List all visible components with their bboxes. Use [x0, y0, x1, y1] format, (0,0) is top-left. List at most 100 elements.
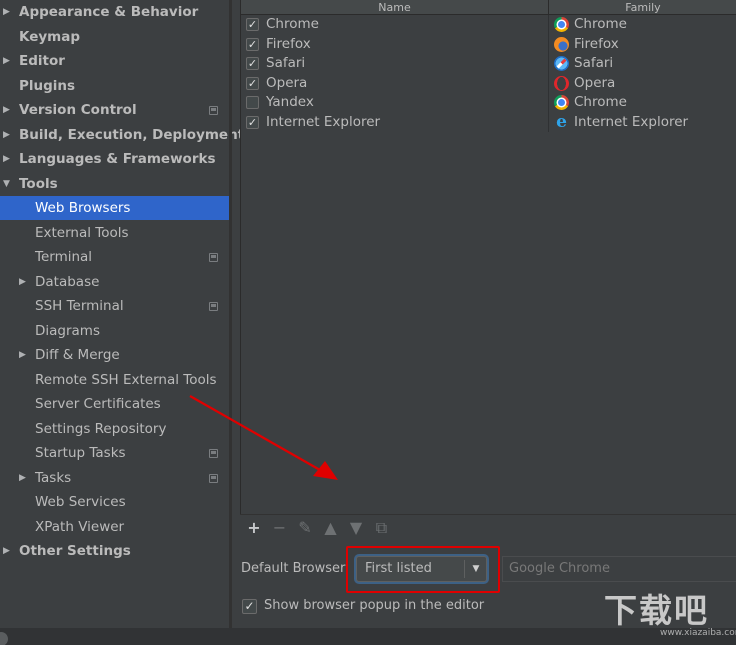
- sidebar-item-tasks[interactable]: ▶ Tasks: [0, 466, 229, 490]
- firefox-icon: [554, 36, 569, 52]
- help-button[interactable]: [0, 632, 8, 645]
- sidebar-item-settings-repository[interactable]: Settings Repository: [0, 417, 229, 441]
- browser-family[interactable]: Chrome: [574, 93, 627, 113]
- sidebar-item-web-services[interactable]: Web Services: [0, 490, 229, 514]
- sidebar-item-server-certificates[interactable]: Server Certificates: [0, 392, 229, 416]
- table-row[interactable]: ✓ Internet Explorer e Internet Explorer: [241, 112, 736, 133]
- remove-button[interactable]: −: [270, 518, 290, 538]
- sidebar-item-database[interactable]: ▶ Database: [0, 270, 229, 294]
- sidebar-item-diagrams[interactable]: Diagrams: [0, 319, 229, 343]
- collapsed-arrow-icon[interactable]: ▶: [19, 343, 26, 367]
- collapsed-arrow-icon[interactable]: ▶: [3, 123, 10, 147]
- column-header-name[interactable]: Name: [241, 0, 548, 15]
- sidebar-item-label: Other Settings: [19, 543, 131, 559]
- sidebar-item-label: Build, Execution, Deployment: [19, 126, 245, 143]
- browser-enabled-checkbox[interactable]: ✓: [246, 57, 259, 70]
- sidebar-item-label: SSH Terminal: [35, 298, 124, 314]
- safari-icon: [554, 56, 569, 71]
- column-separator: [548, 54, 549, 74]
- sidebar-item-web-browsers[interactable]: Web Browsers: [0, 196, 229, 220]
- browser-path-field: Google Chrome: [502, 556, 736, 582]
- table-row[interactable]: ✓ Chrome Chrome: [241, 15, 736, 35]
- sidebar-item-appearance-behavior[interactable]: ▶ Appearance & Behavior: [0, 0, 229, 24]
- sidebar-item-label: Terminal: [35, 249, 93, 265]
- browser-name[interactable]: Internet Explorer: [266, 113, 380, 133]
- browser-name[interactable]: Safari: [266, 54, 305, 74]
- show-popup-label: Show browser popup in the editor: [264, 598, 485, 613]
- table-row[interactable]: ✓ Safari Safari: [241, 54, 736, 74]
- table-header: Name Family: [241, 0, 736, 15]
- sidebar-item-label: Appearance & Behavior: [19, 4, 199, 20]
- edit-button[interactable]: ✎: [295, 518, 315, 538]
- table-row[interactable]: ✓ Opera Opera: [241, 73, 736, 94]
- collapsed-arrow-icon[interactable]: ▶: [3, 539, 10, 563]
- browser-enabled-checkbox[interactable]: ✓: [246, 37, 259, 51]
- sidebar-item-build-execution-deployment[interactable]: ▶ Build, Execution, Deployment: [0, 123, 244, 147]
- annotation-highlight-box: [346, 546, 500, 593]
- collapsed-arrow-icon[interactable]: ▶: [3, 49, 10, 73]
- collapsed-arrow-icon[interactable]: ▶: [19, 466, 26, 490]
- browser-path-text: Google Chrome: [509, 561, 610, 576]
- collapsed-arrow-icon[interactable]: ▶: [3, 0, 10, 24]
- column-separator: [548, 112, 549, 132]
- move-up-button[interactable]: ▲: [321, 518, 341, 538]
- sidebar-item-diff-merge[interactable]: ▶ Diff & Merge: [0, 343, 229, 367]
- browser-name[interactable]: Firefox: [266, 35, 311, 55]
- browser-enabled-checkbox[interactable]: [246, 96, 259, 109]
- browser-family[interactable]: Internet Explorer: [574, 113, 688, 133]
- collapsed-arrow-icon[interactable]: ▶: [3, 147, 10, 171]
- sidebar-item-label: Diagrams: [35, 322, 100, 339]
- sidebar-item-label: External Tools: [35, 224, 129, 241]
- sidebar-item-plugins[interactable]: Plugins: [0, 74, 229, 98]
- sidebar-item-version-control[interactable]: ▶ Version Control: [0, 98, 229, 122]
- splitter[interactable]: [229, 0, 232, 628]
- browser-family[interactable]: Opera: [574, 74, 615, 94]
- sidebar-item-label: Plugins: [19, 77, 76, 94]
- sidebar-item-label: Editor: [19, 53, 65, 69]
- show-popup-checkbox[interactable]: ✓: [242, 599, 257, 614]
- table-row[interactable]: Yandex Chrome: [241, 93, 736, 113]
- chrome-icon: [554, 95, 569, 110]
- chrome-icon: [554, 17, 569, 32]
- browser-name[interactable]: Yandex: [266, 93, 314, 113]
- move-down-button[interactable]: ▼: [346, 518, 366, 538]
- browser-name[interactable]: Chrome: [266, 15, 319, 35]
- table-toolbar: + − ✎ ▲ ▼ ⧉: [240, 514, 736, 540]
- browser-enabled-checkbox[interactable]: ✓: [246, 18, 259, 31]
- default-browser-label: Default Browser:: [241, 561, 350, 576]
- sidebar-item-editor[interactable]: ▶ Editor: [0, 49, 229, 73]
- sidebar-item-label: Web Browsers: [35, 200, 131, 216]
- opera-icon: [554, 75, 569, 91]
- browser-name[interactable]: Opera: [266, 74, 307, 94]
- sidebar-item-label: Database: [35, 273, 100, 290]
- copy-button[interactable]: ⧉: [372, 518, 392, 538]
- sidebar-item-startup-tasks[interactable]: Startup Tasks: [0, 441, 229, 465]
- browser-family[interactable]: Safari: [574, 54, 613, 74]
- sidebar-item-external-tools[interactable]: External Tools: [0, 221, 229, 245]
- browser-enabled-checkbox[interactable]: ✓: [246, 115, 259, 129]
- column-separator: [548, 34, 549, 54]
- browser-enabled-checkbox[interactable]: ✓: [246, 76, 259, 90]
- column-header-family[interactable]: Family: [549, 0, 736, 15]
- column-separator: [548, 73, 549, 93]
- sidebar-item-label: Startup Tasks: [35, 445, 126, 461]
- watermark-url: www.xiazaiba.com: [660, 628, 736, 638]
- table-row[interactable]: ✓ Firefox Firefox: [241, 34, 736, 55]
- sidebar-item-other-settings[interactable]: ▶ Other Settings: [0, 539, 229, 563]
- browser-family[interactable]: Chrome: [574, 15, 627, 35]
- collapsed-arrow-icon[interactable]: ▶: [3, 98, 10, 122]
- sidebar-item-terminal[interactable]: Terminal: [0, 245, 229, 269]
- sidebar-item-remote-ssh-external-tools[interactable]: Remote SSH External Tools: [0, 368, 229, 392]
- sidebar-item-keymap[interactable]: Keymap: [0, 25, 229, 49]
- browser-family[interactable]: Firefox: [574, 35, 619, 55]
- sidebar-item-label: Diff & Merge: [35, 347, 120, 363]
- sidebar-item-label: Settings Repository: [35, 420, 167, 437]
- expanded-arrow-icon[interactable]: ▼: [3, 172, 10, 196]
- sidebar-item-xpath-viewer[interactable]: XPath Viewer: [0, 515, 229, 539]
- sidebar-item-languages-frameworks[interactable]: ▶ Languages & Frameworks: [0, 147, 229, 171]
- collapsed-arrow-icon[interactable]: ▶: [19, 270, 26, 294]
- sidebar-item-tools[interactable]: ▼ Tools: [0, 172, 229, 196]
- add-button[interactable]: +: [244, 518, 264, 538]
- sidebar-item-ssh-terminal[interactable]: SSH Terminal: [0, 294, 229, 318]
- sidebar-item-label: Tasks: [35, 469, 72, 486]
